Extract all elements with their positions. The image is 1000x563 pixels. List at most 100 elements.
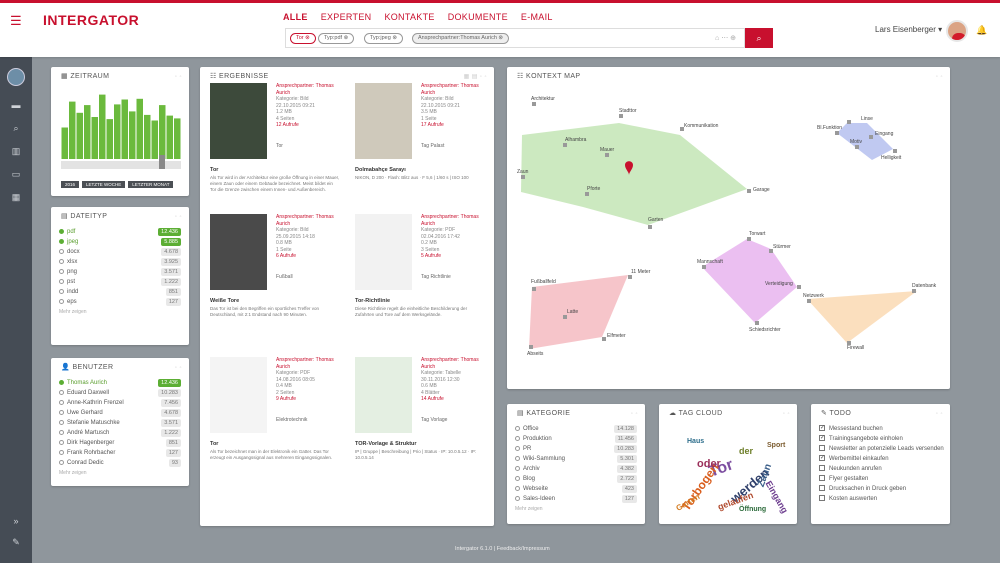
list-item[interactable]: Uwe Gerhard 4.678 <box>51 408 189 418</box>
result-thumbnail[interactable] <box>355 214 412 290</box>
list-item[interactable]: docx 4.678 <box>51 247 189 257</box>
tag-word[interactable]: Öffnung <box>739 506 766 513</box>
radio-filter[interactable] <box>59 258 64 264</box>
result-thumbnail[interactable] <box>355 83 412 159</box>
radio-filter[interactable] <box>59 228 64 234</box>
workspace-avatar[interactable] <box>7 68 25 86</box>
radio-filter[interactable] <box>59 399 64 405</box>
nav-tab-email[interactable]: E-MAIL <box>521 12 553 22</box>
map-node-label[interactable]: Mannschaft <box>697 259 723 265</box>
result-tag[interactable]: Fußball <box>276 274 340 281</box>
nav-tab-dokumente[interactable]: DOKUMENTE <box>448 12 508 22</box>
list-item[interactable]: indd 851 <box>51 287 189 297</box>
map-node-label[interactable]: 11 Meter <box>631 269 651 275</box>
radio-filter[interactable] <box>515 465 520 471</box>
todo-item[interactable]: Neukunden anrufen <box>811 464 950 474</box>
list-item[interactable]: Archiv 4.382 <box>507 464 645 474</box>
map-node-label[interactable]: Torwart <box>749 231 766 237</box>
todo-checkbox[interactable] <box>819 465 825 472</box>
search-button[interactable]: ⌕ <box>745 28 773 48</box>
todo-checkbox[interactable] <box>819 445 825 452</box>
range-slider-handle[interactable] <box>159 155 165 169</box>
list-item[interactable]: Thomas Aurich 12.436 <box>51 378 189 388</box>
list-item[interactable]: eps 127 <box>51 297 189 307</box>
result-title[interactable]: Tor <box>210 167 218 173</box>
map-node-label[interactable]: Architektur <box>531 96 555 102</box>
cluster-green[interactable] <box>521 123 747 225</box>
radio-filter[interactable] <box>59 439 64 445</box>
wrench-icon[interactable]: ✎ <box>10 537 22 547</box>
map-node-label[interactable]: Netzwerk <box>803 293 824 299</box>
radio-filter[interactable] <box>515 425 520 431</box>
todo-item[interactable]: ✓ Trainingsangebote einholen <box>811 434 950 444</box>
list-item[interactable]: André Martusch 1.222 <box>51 428 189 438</box>
result-title[interactable]: Dolmabahçe Sarayı <box>355 167 406 173</box>
list-item[interactable]: Stefanie Matuschke 3.571 <box>51 418 189 428</box>
result-tag[interactable]: Tag Richtlinie <box>421 274 485 281</box>
result-thumbnail[interactable] <box>210 214 267 290</box>
map-node-label[interactable]: Linse <box>861 116 873 122</box>
histogram-bar[interactable] <box>159 105 166 159</box>
result-card[interactable]: Ansprechpartner: Thomas Aurich Kategorie:… <box>210 83 340 223</box>
list-item[interactable]: Dirk Hagenberger 851 <box>51 438 189 448</box>
map-node-label[interactable]: Elfmeter <box>607 333 626 339</box>
preset-button[interactable]: LETZTE WOCHE <box>82 181 126 188</box>
calendar-icon[interactable]: ▦ <box>10 192 22 202</box>
result-tag[interactable]: Tor <box>276 143 340 150</box>
show-more-link[interactable]: Mehr zeigen <box>507 506 645 512</box>
result-card[interactable]: Ansprechpartner: Thomas Aurich Kategorie:… <box>210 214 340 354</box>
search-tools-icons[interactable]: ⌂ ⋯ ⊕ <box>715 34 736 42</box>
map-node-label[interactable]: Kommunikation <box>684 123 719 129</box>
histogram-bar[interactable] <box>129 111 136 159</box>
list-item[interactable]: Frank Rohrbacher 127 <box>51 448 189 458</box>
search-chip[interactable]: Ansprechpartner:Thomas Aurich ⊗ <box>412 33 510 44</box>
map-node-label[interactable]: Verteidigung <box>765 281 793 287</box>
result-title[interactable]: Tor <box>210 441 218 447</box>
radio-filter[interactable] <box>59 409 64 415</box>
result-tag[interactable]: Tag Palast <box>421 143 485 150</box>
radio-filter[interactable] <box>515 495 520 501</box>
result-card[interactable]: Ansprechpartner: Thomas Aurich Kategorie:… <box>355 357 485 497</box>
todo-item[interactable]: Drucksachen in Druck geben <box>811 484 950 494</box>
result-card[interactable]: Ansprechpartner: Thomas Aurich Kategorie:… <box>210 357 340 497</box>
radio-filter[interactable] <box>59 278 64 284</box>
folder-icon[interactable]: ▬ <box>10 100 22 110</box>
radio-filter[interactable] <box>515 455 520 461</box>
map-node-label[interactable]: Mauer <box>600 147 615 153</box>
histogram-bar[interactable] <box>61 127 69 160</box>
map-node-label[interactable]: Motiv <box>850 139 862 145</box>
map-node-label[interactable]: Pforte <box>587 186 601 192</box>
list-item[interactable]: png 3.571 <box>51 267 189 277</box>
preset-button[interactable]: LETZTER MONAT <box>128 181 174 188</box>
list-item[interactable]: Webseite 423 <box>507 484 645 494</box>
map-node-label[interactable]: Zaun <box>517 169 529 175</box>
histogram-bar[interactable] <box>136 98 144 159</box>
todo-checkbox[interactable] <box>819 475 825 482</box>
map-node-label[interactable]: Abseits <box>527 351 544 357</box>
radio-filter[interactable] <box>59 298 64 304</box>
show-more-link[interactable]: Mehr zeigen <box>51 309 189 315</box>
panel-controls[interactable]: ◦ ◦ <box>936 404 943 424</box>
expand-icon[interactable]: » <box>10 516 22 526</box>
notification-bell-icon[interactable]: 🔔 <box>976 25 987 36</box>
search-chip[interactable]: Typ:pdf ⊗ <box>318 33 355 44</box>
result-thumbnail[interactable] <box>210 83 267 159</box>
list-item[interactable]: Office 14.128 <box>507 424 645 434</box>
todo-item[interactable]: ✓ Messestand buchen <box>811 424 950 434</box>
todo-item[interactable]: Flyer gestalten <box>811 474 950 484</box>
histogram-bar[interactable] <box>106 119 114 159</box>
radio-filter[interactable] <box>515 475 520 481</box>
map-node-label[interactable]: Datenbank <box>912 283 937 289</box>
list-item[interactable]: Conrad Dedic 93 <box>51 458 189 468</box>
map-node-label[interactable]: Eingang <box>875 131 894 137</box>
result-title[interactable]: Tor-Richtlinie <box>355 298 390 304</box>
histogram-bar[interactable] <box>114 104 121 159</box>
radio-filter[interactable] <box>59 379 64 385</box>
radio-filter[interactable] <box>59 268 64 274</box>
list-item[interactable]: Produktion 11.456 <box>507 434 645 444</box>
user-avatar[interactable] <box>946 20 968 42</box>
panel-controls[interactable]: ◦ ◦ <box>175 358 182 378</box>
search-chip[interactable]: Tor ⊗ <box>290 33 316 44</box>
histogram-bar[interactable] <box>144 114 151 159</box>
list-item[interactable]: Wiki-Sammlung 5.301 <box>507 454 645 464</box>
